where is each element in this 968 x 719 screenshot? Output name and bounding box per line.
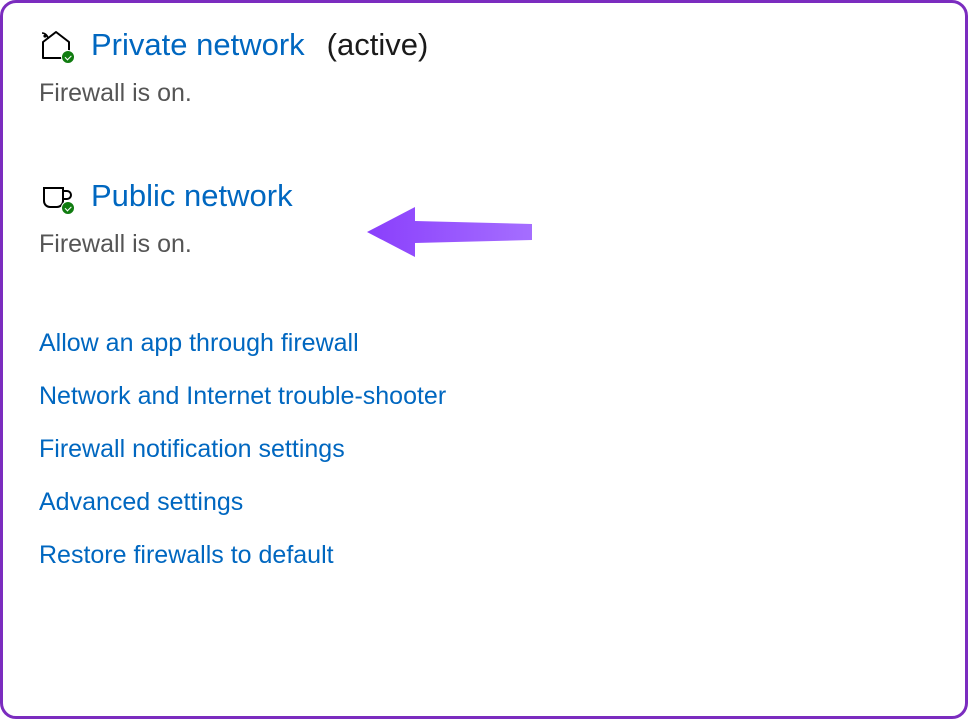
private-network-link[interactable]: Private network xyxy=(91,27,305,63)
private-network-header: Private network (active) xyxy=(39,27,929,63)
allow-app-link[interactable]: Allow an app through firewall xyxy=(39,329,929,358)
private-firewall-status: Firewall is on. xyxy=(39,79,929,108)
public-network-icon xyxy=(39,179,73,213)
notification-settings-link[interactable]: Firewall notification settings xyxy=(39,435,929,464)
active-label: (active) xyxy=(327,27,429,63)
firewall-links-section: Allow an app through firewall Network an… xyxy=(39,329,929,570)
check-badge-icon xyxy=(61,201,75,215)
advanced-settings-link[interactable]: Advanced settings xyxy=(39,488,929,517)
public-network-section: Public network Firewall is on. xyxy=(39,178,929,259)
public-network-link[interactable]: Public network xyxy=(91,178,293,214)
public-firewall-status: Firewall is on. xyxy=(39,230,929,259)
check-badge-icon xyxy=(61,50,75,64)
restore-default-link[interactable]: Restore firewalls to default xyxy=(39,541,929,570)
home-network-icon xyxy=(39,28,73,62)
private-network-section: Private network (active) Firewall is on. xyxy=(39,27,929,108)
troubleshooter-link[interactable]: Network and Internet trouble-shooter xyxy=(39,382,929,411)
public-network-header: Public network xyxy=(39,178,929,214)
settings-panel: Private network (active) Firewall is on.… xyxy=(0,0,968,719)
